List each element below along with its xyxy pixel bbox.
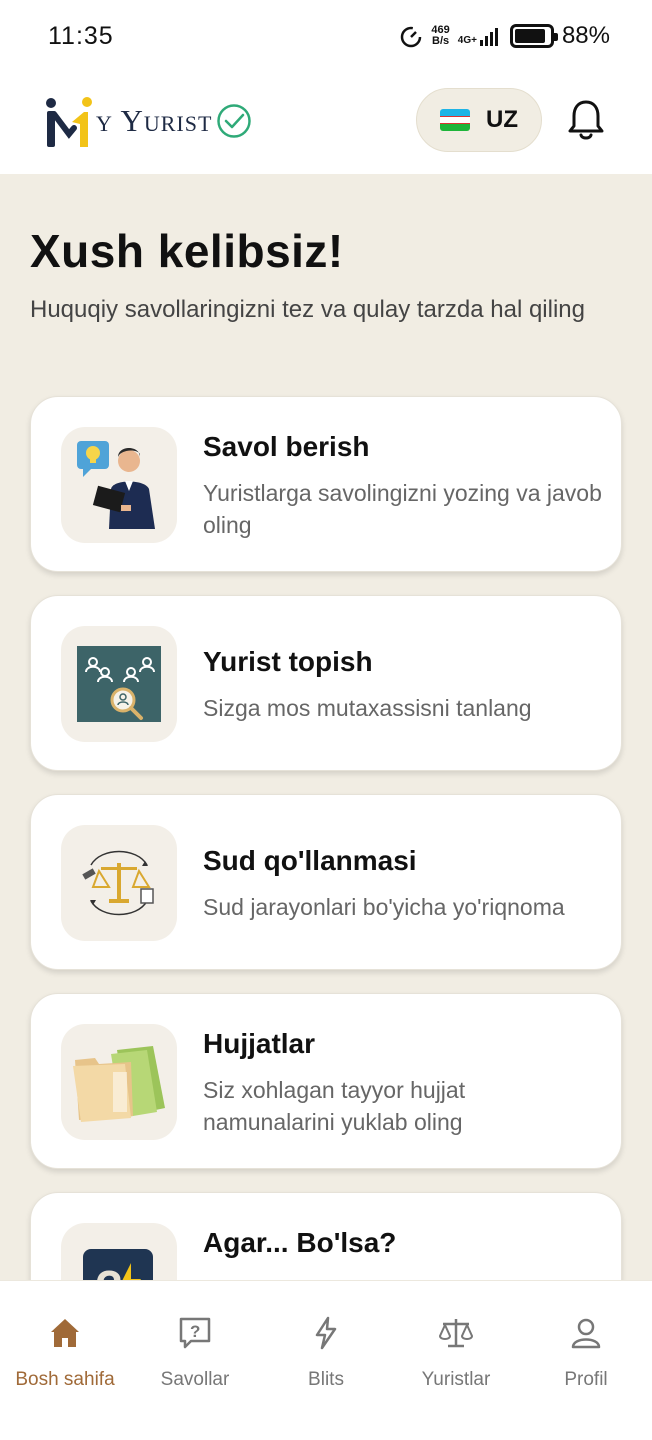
bottom-navigation: Bosh sahifa ? Savollar Blits Yuristlar P… <box>0 1280 652 1440</box>
card-title: Hujjatlar <box>203 1028 316 1059</box>
what-if-icon: ? <box>61 1223 177 1280</box>
battery-level <box>514 29 545 43</box>
court-scales-icon <box>61 825 177 941</box>
card-description: Yuristlarga savolingizni yozing va javob… <box>203 480 602 538</box>
lightning-icon <box>315 1316 337 1350</box>
language-switcher[interactable]: UZ <box>416 88 542 152</box>
network-type: 4G+ <box>457 35 477 46</box>
nav-item-questions[interactable]: ? Savollar <box>130 1281 260 1401</box>
card-court-guide[interactable]: Sud qo'llanmasi Sud jarayonlari bo'yicha… <box>30 794 622 970</box>
card-description: Sud jarayonlari bo'yicha yo'riqnoma <box>203 894 565 920</box>
status-indicators: 469 B/s 4G+ 88% <box>399 22 610 50</box>
card-description: Sizga mos mutaxassisni tanlang <box>203 695 532 721</box>
nav-label: Savollar <box>160 1369 230 1390</box>
card-title: Yurist topish <box>203 646 373 677</box>
question-icon: ? <box>179 1317 211 1349</box>
nav-label: Profil <box>564 1369 608 1390</box>
language-label: UZ <box>486 106 518 133</box>
signal-bars-icon <box>479 28 498 46</box>
app-logo: y Yurist <box>44 92 252 150</box>
nav-item-home[interactable]: Bosh sahifa <box>0 1281 130 1401</box>
nav-item-lawyers[interactable]: Yuristlar <box>391 1281 521 1401</box>
user-icon <box>571 1318 601 1349</box>
card-description: Siz xohlagan tayyor hujjat namunalarini … <box>203 1077 466 1135</box>
status-time: 11:35 <box>48 22 114 50</box>
svg-text:?: ? <box>190 1322 200 1341</box>
nav-item-blits[interactable]: Blits <box>261 1281 391 1401</box>
check-circle-icon <box>217 104 252 138</box>
nav-label: Blits <box>308 1369 344 1390</box>
network-speed-unit: B/s <box>432 35 450 47</box>
app-header: y Yurist UZ <box>0 76 652 174</box>
status-bar: 11:35 469 B/s 4G+ 88% <box>0 0 652 76</box>
card-what-if[interactable]: ? Agar... Bo'lsa? <box>30 1192 622 1280</box>
cell-signal: 4G+ <box>458 26 502 46</box>
battery-icon <box>509 24 558 48</box>
card-documents[interactable]: Hujjatlar Siz xohlagan tayyor hujjat nam… <box>30 993 622 1169</box>
welcome-title: Xush kelibsiz! <box>30 225 344 277</box>
scales-icon <box>438 1319 474 1348</box>
card-ask-question[interactable]: Savol berish Yuristlarga savolingizni yo… <box>30 396 622 572</box>
speed-gauge-icon <box>401 26 422 48</box>
bell-icon[interactable] <box>566 98 606 142</box>
nav-label: Yuristlar <box>421 1369 491 1390</box>
card-title: Sud qo'llanmasi <box>203 845 417 876</box>
folders-icon <box>61 1024 177 1140</box>
card-title: Agar... Bo'lsa? <box>203 1227 397 1258</box>
nav-item-profile[interactable]: Profil <box>521 1281 651 1401</box>
network-speed: 469 B/s <box>431 25 449 47</box>
home-content[interactable]: Xush kelibsiz! Huquqiy savollaringizni t… <box>0 174 652 1280</box>
svg-text:?: ? <box>95 1261 123 1280</box>
lawyer-question-icon <box>61 427 177 543</box>
home-icon <box>51 1319 79 1347</box>
card-find-lawyer[interactable]: Yurist topish Sizga mos mutaxassisni tan… <box>30 595 622 771</box>
nav-label: Bosh sahifa <box>15 1369 115 1390</box>
logo-mark <box>46 97 92 147</box>
card-title: Savol berish <box>203 431 370 462</box>
welcome-subtitle: Huquqiy savollaringizni tez va qulay tar… <box>30 296 585 323</box>
battery-percent: 88% <box>561 22 610 49</box>
logo-text: y Yurist <box>96 103 213 138</box>
uzbekistan-flag-icon <box>440 109 470 131</box>
find-lawyer-icon <box>61 626 177 742</box>
